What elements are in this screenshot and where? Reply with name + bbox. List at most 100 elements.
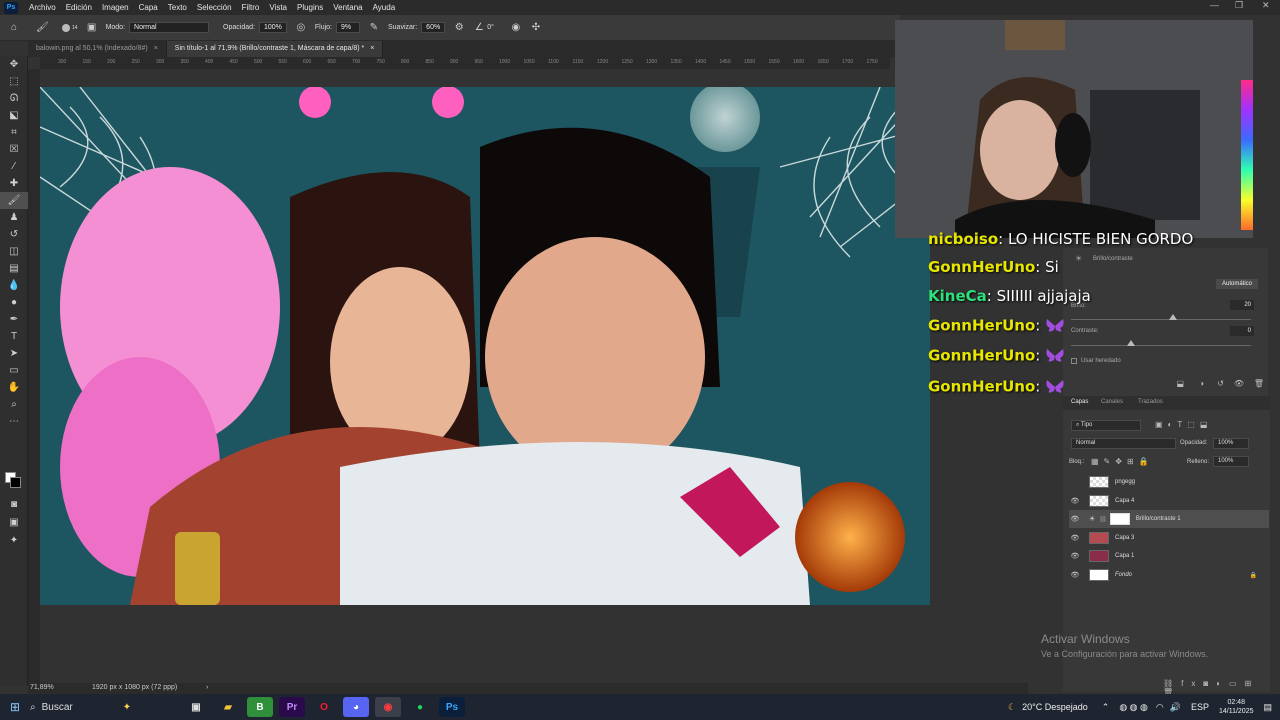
eraser-tool-icon[interactable]: ◫	[0, 243, 28, 260]
visibility-eye-icon[interactable]: 👁	[1069, 552, 1081, 560]
tray-overflow-icon[interactable]: ⌃	[1102, 702, 1110, 713]
menu-seleccion[interactable]: Selección	[192, 3, 237, 12]
file-explorer-icon[interactable]: ▰	[215, 697, 241, 717]
mask-link-icon[interactable]: ⛓	[1099, 516, 1107, 523]
angle-icon[interactable]: ∠	[473, 22, 485, 34]
language-indicator[interactable]: ESP	[1191, 702, 1209, 712]
layer-filter-icons[interactable]: ▣◐T⬚⬓	[1155, 420, 1212, 429]
menu-edicion[interactable]: Edición	[61, 3, 97, 12]
move-tool-icon[interactable]: ✥	[0, 56, 28, 73]
reset-icon[interactable]: ↺	[1217, 379, 1224, 388]
notifications-icon[interactable]: ▤	[1263, 702, 1272, 713]
tab-trazados[interactable]: Trazados	[1138, 399, 1163, 405]
layer-filter-select[interactable]: ⌕ Tipo	[1071, 420, 1141, 431]
brush-preview-icon[interactable]	[62, 23, 70, 32]
visibility-icon[interactable]: 👁	[1234, 379, 1244, 388]
screen-mode-icon[interactable]: ▣	[0, 514, 28, 531]
dodge-tool-icon[interactable]: ●	[0, 294, 28, 311]
windows-start-icon[interactable]: ⊞	[0, 700, 30, 714]
close-icon[interactable]: ✕	[1262, 0, 1270, 11]
contrast-input[interactable]: 0	[1230, 326, 1254, 336]
app-b-icon[interactable]: B	[247, 697, 273, 717]
quick-mask-icon[interactable]: ◙	[0, 496, 28, 513]
visibility-eye-icon[interactable]: 👁	[1069, 571, 1081, 579]
obs-icon[interactable]: ◉	[375, 697, 401, 717]
tray-apps-icon[interactable]: ◍ ◍ ◍	[1119, 702, 1148, 713]
airbrush-icon[interactable]: ✎	[368, 22, 380, 34]
menu-vista[interactable]: Vista	[264, 3, 292, 12]
shape-tool-icon[interactable]: ▭	[0, 362, 28, 379]
visibility-eye-icon[interactable]: 👁	[1069, 534, 1081, 542]
pressure-opacity-icon[interactable]: ◎	[295, 22, 307, 34]
angle-value[interactable]: 0°	[487, 24, 494, 31]
taskbar-clock[interactable]: 02:48 14/11/2025	[1219, 698, 1254, 716]
menu-plugins[interactable]: Plugins	[292, 3, 328, 12]
layer-opacity-input[interactable]: 100%	[1213, 438, 1249, 449]
delete-icon[interactable]: 🗑	[1254, 379, 1264, 388]
brightness-input[interactable]: 20	[1230, 300, 1254, 310]
view-previous-icon[interactable]: ◑	[1199, 379, 1204, 388]
object-select-tool-icon[interactable]: ⬕	[0, 107, 28, 124]
brush-tool-icon[interactable]: 🖌	[0, 192, 28, 209]
task-view-icon[interactable]: ▣	[183, 697, 209, 717]
smoothing-settings-icon[interactable]: ⚙	[453, 22, 465, 34]
frame-tool-icon[interactable]: ☒	[0, 141, 28, 158]
menu-imagen[interactable]: Imagen	[97, 3, 134, 12]
document-canvas[interactable]	[40, 87, 930, 605]
path-select-tool-icon[interactable]: ➤	[0, 345, 28, 362]
minimize-icon[interactable]: —	[1210, 0, 1219, 10]
status-arrow-icon[interactable]: ›	[206, 684, 208, 691]
tab-close-icon[interactable]: ×	[370, 45, 374, 52]
menu-ventana[interactable]: Ventana	[328, 3, 367, 12]
lock-icons[interactable]: ▦✎✥⊞🔒	[1091, 457, 1154, 466]
opera-icon[interactable]: O	[311, 697, 337, 717]
brush-tool-icon[interactable]: 🖌	[36, 22, 49, 34]
tab-balowin[interactable]: balowin.png al 50,1% (Indexado/8#) ×	[28, 41, 167, 57]
background-color-swatch[interactable]	[10, 477, 21, 488]
weather-text[interactable]: 20°C Despejado	[1022, 702, 1088, 712]
flow-input[interactable]: 9%	[335, 22, 360, 33]
gradient-tool-icon[interactable]: ▤	[0, 260, 28, 277]
tab-capas[interactable]: Capas	[1071, 399, 1088, 405]
discord-icon[interactable]: ◕	[343, 697, 369, 717]
visibility-eye-icon[interactable]: 👁	[1069, 497, 1081, 505]
hand-tool-icon[interactable]: ✋	[0, 379, 28, 396]
volume-icon[interactable]: 🔊	[1170, 702, 1181, 713]
premiere-icon[interactable]: Pr	[279, 697, 305, 717]
crop-tool-icon[interactable]: ⌗	[0, 124, 28, 141]
taskbar-search[interactable]: ⌕ Buscar ✦	[30, 694, 180, 720]
symmetry-icon[interactable]: ✣	[530, 22, 542, 34]
zoom-level[interactable]: 71,89%	[30, 684, 54, 691]
layer-row-pngegg[interactable]: pngegg	[1069, 473, 1269, 491]
generative-icon[interactable]: ✦	[0, 532, 28, 549]
layer-row-brillo-contraste[interactable]: 👁 ☀ ⛓ Brillo/contraste 1	[1069, 510, 1269, 528]
restore-icon[interactable]: ❐	[1235, 0, 1243, 11]
type-tool-icon[interactable]: T	[0, 328, 28, 345]
brightness-slider-thumb[interactable]	[1169, 314, 1177, 320]
healing-tool-icon[interactable]: ✚	[0, 175, 28, 192]
photoshop-icon[interactable]: Ps	[439, 697, 465, 717]
home-icon[interactable]: ⌂	[8, 22, 20, 34]
smoothing-input[interactable]: 60%	[421, 22, 446, 33]
lasso-tool-icon[interactable]: ᘏ	[0, 90, 28, 107]
auto-button[interactable]: Automático	[1215, 279, 1258, 289]
tab-canales[interactable]: Canales	[1101, 399, 1123, 405]
menu-archivo[interactable]: Archivo	[24, 3, 61, 12]
layer-row-fondo[interactable]: 👁 Fondo 🔒	[1069, 566, 1269, 584]
wifi-icon[interactable]: ◠	[1156, 702, 1164, 713]
tab-sin-titulo[interactable]: Sin título-1 al 71,9% (Brillo/contraste …	[166, 41, 384, 57]
menu-capa[interactable]: Capa	[134, 3, 163, 12]
spotify-icon[interactable]: ●	[407, 697, 433, 717]
more-tools-icon[interactable]: ⋯	[0, 413, 28, 430]
visibility-eye-icon[interactable]: 👁	[1069, 515, 1081, 523]
pressure-size-icon[interactable]: ◉	[510, 22, 522, 34]
opacity-input[interactable]: 100%	[258, 22, 287, 33]
layer-row-capa-3[interactable]: 👁 Capa 3	[1069, 529, 1269, 547]
zoom-tool-icon[interactable]: ⌕	[0, 396, 28, 413]
brush-settings-icon[interactable]: ▣	[86, 22, 98, 34]
history-brush-tool-icon[interactable]: ↺	[0, 226, 28, 243]
menu-texto[interactable]: Texto	[163, 3, 192, 12]
blend-mode-select[interactable]: Normal	[1071, 438, 1176, 449]
blur-tool-icon[interactable]: 💧	[0, 277, 28, 294]
layer-row-capa-4[interactable]: 👁 Capa 4	[1069, 492, 1269, 510]
